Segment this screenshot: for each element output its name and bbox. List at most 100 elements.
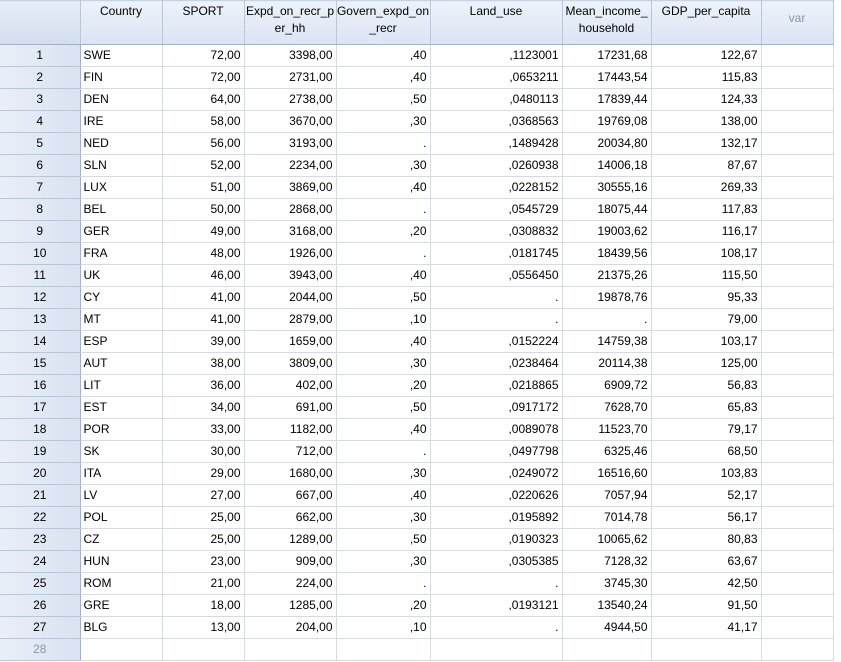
cell-sport[interactable]: 49,00	[162, 220, 245, 243]
cell-mean[interactable]: 13540,24	[562, 594, 652, 617]
cell-mean[interactable]: 17443,54	[562, 66, 652, 89]
cell-mean[interactable]: 7014,78	[562, 506, 652, 529]
cell-sport[interactable]: 72,00	[162, 44, 245, 67]
cell-expd[interactable]: 2234,00	[244, 154, 337, 177]
cell-expd[interactable]: 3869,00	[244, 176, 337, 199]
cell-var[interactable]	[761, 44, 834, 67]
cell-gdp[interactable]: 42,50	[651, 572, 762, 595]
row-header[interactable]: 18	[0, 418, 81, 441]
row-header[interactable]: 15	[0, 352, 81, 375]
cell-land[interactable]: .	[430, 286, 563, 309]
cell-mean[interactable]: 6325,46	[562, 440, 652, 463]
cell-govern[interactable]: ,40	[336, 418, 431, 441]
cell-govern[interactable]: ,10	[336, 308, 431, 331]
cell-country[interactable]: ITA	[80, 462, 163, 485]
cell-expd[interactable]: 2868,00	[244, 198, 337, 221]
cell-gdp[interactable]: 80,83	[651, 528, 762, 551]
empty-cell[interactable]	[162, 638, 245, 661]
cell-var[interactable]	[761, 462, 834, 485]
cell-land[interactable]: ,0181745	[430, 242, 563, 265]
row-header[interactable]: 24	[0, 550, 81, 573]
cell-mean[interactable]: 19003,62	[562, 220, 652, 243]
cell-govern[interactable]: ,40	[336, 330, 431, 353]
cell-var[interactable]	[761, 374, 834, 397]
data-view-grid[interactable]: Country SPORT Expd_on_recr_per_hh Govern…	[0, 0, 841, 662]
cell-gdp[interactable]: 63,67	[651, 550, 762, 573]
cell-mean[interactable]: 3745,30	[562, 572, 652, 595]
cell-country[interactable]: SK	[80, 440, 163, 463]
empty-cell[interactable]	[244, 638, 337, 661]
row-header[interactable]: 17	[0, 396, 81, 419]
cell-var[interactable]	[761, 528, 834, 551]
cell-govern[interactable]: .	[336, 198, 431, 221]
cell-govern[interactable]: ,40	[336, 44, 431, 67]
cell-mean[interactable]: 7057,94	[562, 484, 652, 507]
cell-govern[interactable]: .	[336, 242, 431, 265]
row-header[interactable]: 23	[0, 528, 81, 551]
cell-gdp[interactable]: 116,17	[651, 220, 762, 243]
cell-govern[interactable]: ,50	[336, 88, 431, 111]
cell-expd[interactable]: 1926,00	[244, 242, 337, 265]
column-header-sport[interactable]: SPORT	[162, 0, 245, 45]
cell-land[interactable]: ,0497798	[430, 440, 563, 463]
cell-var[interactable]	[761, 198, 834, 221]
cell-land[interactable]: ,0305385	[430, 550, 563, 573]
cell-mean[interactable]: 20114,38	[562, 352, 652, 375]
cell-var[interactable]	[761, 220, 834, 243]
cell-land[interactable]: ,0480113	[430, 88, 563, 111]
row-header[interactable]: 8	[0, 198, 81, 221]
row-header[interactable]: 16	[0, 374, 81, 397]
cell-mean[interactable]: 17231,68	[562, 44, 652, 67]
cell-var[interactable]	[761, 440, 834, 463]
cell-sport[interactable]: 18,00	[162, 594, 245, 617]
cell-var[interactable]	[761, 396, 834, 419]
column-header-gdp-per-capita[interactable]: GDP_per_capita	[651, 0, 762, 45]
row-header[interactable]: 27	[0, 616, 81, 639]
cell-expd[interactable]: 3193,00	[244, 132, 337, 155]
cell-country[interactable]: ROM	[80, 572, 163, 595]
cell-country[interactable]: DEN	[80, 88, 163, 111]
column-header-land-use[interactable]: Land_use	[430, 0, 563, 45]
cell-gdp[interactable]: 91,50	[651, 594, 762, 617]
empty-cell[interactable]	[430, 638, 563, 661]
cell-land[interactable]: ,1489428	[430, 132, 563, 155]
cell-expd[interactable]: 1285,00	[244, 594, 337, 617]
cell-gdp[interactable]: 124,33	[651, 88, 762, 111]
row-header[interactable]: 26	[0, 594, 81, 617]
cell-govern[interactable]: ,40	[336, 66, 431, 89]
cell-var[interactable]	[761, 66, 834, 89]
cell-gdp[interactable]: 95,33	[651, 286, 762, 309]
cell-govern[interactable]: ,20	[336, 220, 431, 243]
row-header[interactable]: 6	[0, 154, 81, 177]
cell-sport[interactable]: 64,00	[162, 88, 245, 111]
cell-land[interactable]: ,0193121	[430, 594, 563, 617]
cell-govern[interactable]: ,50	[336, 528, 431, 551]
cell-var[interactable]	[761, 484, 834, 507]
cell-expd[interactable]: 667,00	[244, 484, 337, 507]
cell-sport[interactable]: 51,00	[162, 176, 245, 199]
cell-var[interactable]	[761, 264, 834, 287]
cell-expd[interactable]: 1182,00	[244, 418, 337, 441]
cell-country[interactable]: GER	[80, 220, 163, 243]
cell-govern[interactable]: ,20	[336, 594, 431, 617]
row-header[interactable]: 4	[0, 110, 81, 133]
column-header-mean-income-household[interactable]: Mean_income_household	[562, 0, 652, 45]
cell-sport[interactable]: 30,00	[162, 440, 245, 463]
cell-var[interactable]	[761, 418, 834, 441]
cell-sport[interactable]: 36,00	[162, 374, 245, 397]
cell-country[interactable]: NED	[80, 132, 163, 155]
cell-mean[interactable]: 7128,32	[562, 550, 652, 573]
cell-expd[interactable]: 224,00	[244, 572, 337, 595]
cell-sport[interactable]: 50,00	[162, 198, 245, 221]
cell-gdp[interactable]: 87,67	[651, 154, 762, 177]
cell-var[interactable]	[761, 176, 834, 199]
cell-land[interactable]: ,0220626	[430, 484, 563, 507]
cell-var[interactable]	[761, 352, 834, 375]
empty-cell[interactable]	[761, 638, 834, 661]
cell-expd[interactable]: 1659,00	[244, 330, 337, 353]
cell-mean[interactable]: 21375,26	[562, 264, 652, 287]
cell-land[interactable]: .	[430, 308, 563, 331]
cell-mean[interactable]: 10065,62	[562, 528, 652, 551]
row-header[interactable]: 11	[0, 264, 81, 287]
cell-country[interactable]: FIN	[80, 66, 163, 89]
